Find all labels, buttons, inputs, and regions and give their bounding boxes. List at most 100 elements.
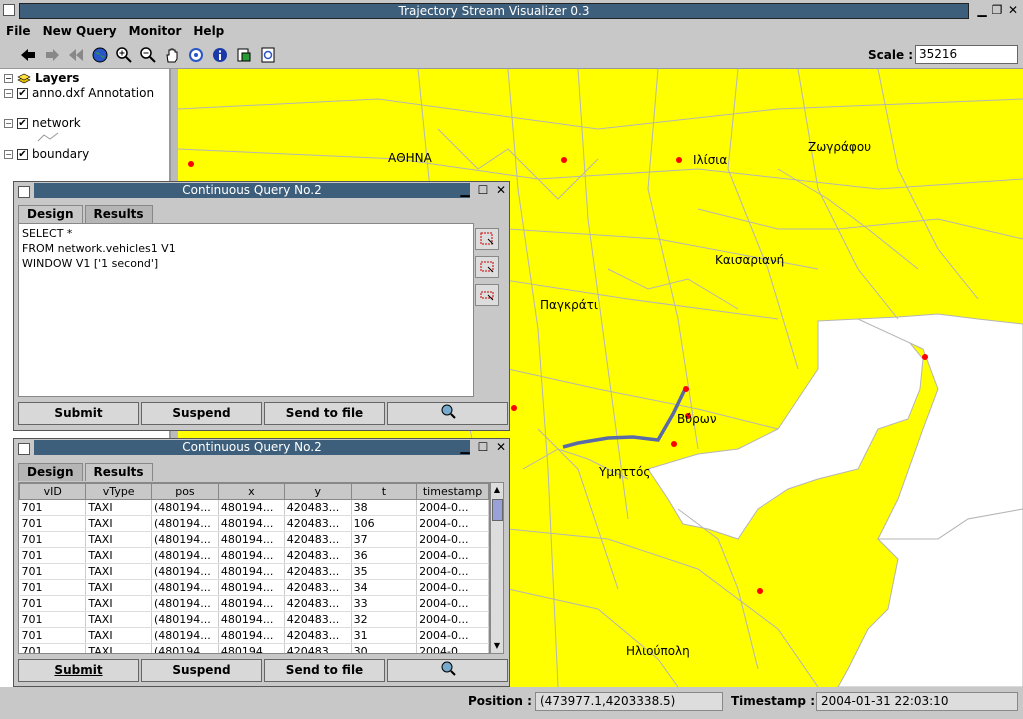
table-cell: 2004-0... (416, 547, 489, 564)
home-arrow-icon[interactable] (66, 45, 86, 65)
table-cell: 2004-0... (416, 515, 489, 532)
maximize-icon[interactable]: ☐ (476, 183, 490, 197)
column-header[interactable]: vType (85, 483, 152, 500)
window-menu-icon[interactable] (18, 443, 30, 455)
forward-arrow-icon[interactable] (42, 45, 62, 65)
table-row[interactable]: 701 TAXI (480194... 480194... 420483... 33 200… (19, 595, 489, 612)
globe-icon[interactable] (90, 45, 110, 65)
tab-design[interactable]: Design (18, 205, 83, 223)
search-button[interactable] (387, 402, 508, 425)
title-bar: Trajectory Stream Visualizer 0.3 ▁ ❐ ✕ (0, 0, 1023, 21)
close-icon[interactable]: ✕ (1006, 3, 1020, 17)
layer-tool-icon[interactable] (234, 45, 254, 65)
table-row[interactable]: 701 TAXI (480194... 480194... 420483... 35 200… (19, 563, 489, 580)
select-region-icon[interactable] (475, 228, 499, 250)
collapse-icon[interactable]: − (4, 88, 13, 98)
layer-checkbox[interactable]: ✔ (17, 148, 28, 160)
send-to-file-button[interactable]: Send to file (264, 659, 385, 682)
table-cell: TAXI (85, 499, 152, 516)
layers-root[interactable]: − Layers (4, 71, 79, 85)
table-cell: 420483... (284, 531, 352, 548)
search-button[interactable] (387, 659, 508, 682)
table-row[interactable]: 701 TAXI (480194... 480194... 420483... 31 200… (19, 627, 489, 644)
menu-help[interactable]: Help (187, 21, 230, 41)
table-row[interactable]: 701 TAXI (480194... 480194... 420483... 38 200… (19, 499, 489, 516)
column-header[interactable]: y (283, 483, 352, 500)
column-header[interactable]: timestamp (416, 483, 489, 500)
query-design-title: Continuous Query No.2 (34, 183, 470, 198)
map-label: Ηλιούπολη (626, 644, 690, 658)
minimize-icon[interactable]: ▁ (458, 183, 472, 197)
column-header[interactable]: vID (19, 483, 87, 500)
query-tool-icon[interactable] (258, 45, 278, 65)
table-cell: TAXI (85, 595, 152, 612)
suspend-button[interactable]: Suspend (141, 659, 262, 682)
menu-monitor[interactable]: Monitor (123, 21, 188, 41)
scroll-up-icon[interactable]: ▲ (491, 483, 503, 497)
suspend-button[interactable]: Suspend (141, 402, 262, 425)
select-line-icon[interactable] (475, 284, 499, 306)
table-cell: 106 (351, 515, 418, 532)
column-header[interactable]: pos (150, 483, 219, 500)
table-cell: 33 (351, 595, 418, 612)
scale-input[interactable]: 35216 (915, 45, 1018, 64)
column-header[interactable]: t (350, 483, 418, 500)
window-menu-icon[interactable] (18, 186, 30, 198)
close-icon[interactable]: ✕ (494, 183, 508, 197)
table-row[interactable]: 701 TAXI (480194... 480194... 420483... 30 200… (19, 643, 489, 653)
tab-results[interactable]: Results (84, 463, 153, 481)
table-cell: 701 (19, 579, 87, 596)
close-icon[interactable]: ✕ (494, 440, 508, 454)
pan-hand-icon[interactable] (162, 45, 182, 65)
collapse-icon[interactable]: − (4, 73, 13, 83)
table-cell: 37 (351, 531, 418, 548)
tab-results[interactable]: Results (84, 205, 153, 223)
select-icon[interactable] (186, 45, 206, 65)
table-row[interactable]: 701 TAXI (480194... 480194... 420483... 34 200… (19, 579, 489, 596)
query-editor[interactable]: SELECT * FROM network.vehicles1 V1 WINDOW … (18, 223, 474, 397)
scroll-down-icon[interactable]: ▼ (491, 639, 503, 653)
send-to-file-button[interactable]: Send to file (264, 402, 385, 425)
menu-new-query[interactable]: New Query (37, 21, 123, 41)
table-cell: TAXI (85, 547, 152, 564)
query-design-titlebar[interactable]: Continuous Query No.2 ▁ ☐ ✕ (14, 182, 509, 200)
results-scrollbar[interactable]: ▲ ▼ (490, 482, 504, 654)
table-row[interactable]: 701 TAXI (480194... 480194... 420483... 37 200… (19, 531, 489, 548)
table-cell: 420483... (284, 515, 352, 532)
layer-item-network[interactable]: − ✔ network (4, 116, 81, 130)
menu-file[interactable]: File (0, 21, 37, 41)
map-label: Ιλίσια (693, 153, 727, 167)
table-cell: 420483... (284, 627, 352, 644)
table-row[interactable]: 701 TAXI (480194... 480194... 420483... 36 200… (19, 547, 489, 564)
maximize-icon[interactable]: ☐ (476, 440, 490, 454)
query-results-titlebar[interactable]: Continuous Query No.2 ▁ ☐ ✕ (14, 439, 509, 457)
layer-checkbox[interactable]: ✔ (17, 117, 28, 129)
column-header[interactable]: x (217, 483, 285, 500)
collapse-icon[interactable]: − (4, 149, 13, 159)
back-arrow-icon[interactable] (18, 45, 38, 65)
minimize-icon[interactable]: ▁ (458, 440, 472, 454)
layer-checkbox[interactable]: ✔ (17, 87, 28, 99)
select-rectangle-icon[interactable] (475, 256, 499, 278)
table-cell: 420483... (284, 579, 352, 596)
submit-button[interactable]: Submit (18, 402, 139, 425)
table-row[interactable]: 701 TAXI (480194... 480194... 420483... 32 200… (19, 611, 489, 628)
window-menu-icon[interactable] (3, 4, 15, 16)
info-icon[interactable] (210, 45, 230, 65)
zoom-out-icon[interactable] (138, 45, 158, 65)
table-row[interactable]: 701 TAXI (480194... 480194... 420483... 106 20… (19, 515, 489, 532)
tab-design[interactable]: Design (18, 463, 83, 481)
submit-button[interactable]: Submit (18, 659, 139, 682)
search-icon (441, 404, 456, 419)
scroll-thumb[interactable] (492, 499, 503, 521)
collapse-icon[interactable]: − (4, 118, 13, 128)
zoom-in-icon[interactable] (114, 45, 134, 65)
maximize-icon[interactable]: ❐ (990, 3, 1004, 17)
results-table[interactable]: vID vType pos x y t timestamp 701 TAXI (48… (18, 482, 490, 654)
table-cell: (480194... (151, 595, 219, 612)
minimize-icon[interactable]: ▁ (975, 3, 989, 17)
table-cell: 480194... (218, 563, 285, 580)
layer-item-boundary[interactable]: − ✔ boundary (4, 147, 89, 161)
layer-item-annotation[interactable]: − ✔ anno.dxf Annotation (4, 86, 154, 100)
table-cell: (480194... (151, 643, 219, 653)
